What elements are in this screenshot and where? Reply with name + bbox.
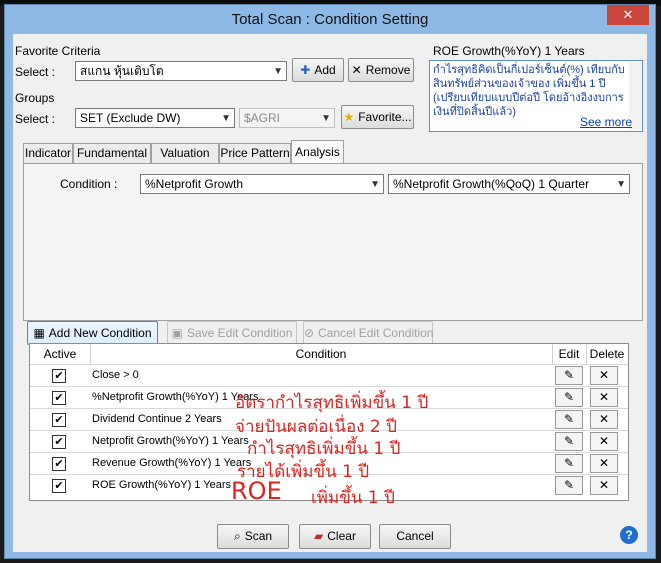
delete-icon[interactable]: ✕ (590, 388, 618, 407)
chevron-down-icon: ▼ (370, 179, 380, 190)
remove-favorite-button[interactable]: ✕ Remove (348, 58, 414, 82)
header-edit: Edit (552, 344, 587, 364)
favorite-button[interactable]: ★ Favorite... (341, 105, 414, 129)
condition-select-value: %Netprofit Growth (145, 177, 244, 191)
dialog-client: Favorite Criteria Select : สแกน หุ้นเติบ… (13, 34, 647, 552)
clear-button[interactable]: ▰ Clear (299, 524, 371, 549)
scan-button[interactable]: ⌕ Scan (217, 524, 289, 549)
favorite-select-value: สแกน หุ้นเติบโต (80, 64, 164, 78)
header-delete: Delete (589, 347, 625, 361)
condition-label: Condition : (60, 177, 118, 191)
condition-period-value: %Netprofit Growth(%QoQ) 1 Quarter (393, 177, 590, 191)
save-edit-label: Save Edit Condition (186, 326, 293, 340)
cancel-label: Cancel (396, 529, 434, 543)
cancel-button[interactable]: Cancel (379, 524, 451, 549)
tab-analysis[interactable]: Analysis (291, 140, 344, 164)
condition-setting-window: Total Scan : Condition Setting ✕ Favorit… (4, 4, 656, 559)
condition-cell: %Netprofit Growth(%YoY) 1 Years (92, 391, 259, 403)
annotation-roe-growth: เพิ่มขึ้น 1 ปี (311, 488, 395, 508)
magnifier-icon: ⌕ (233, 529, 241, 543)
header-active: Active (30, 344, 91, 364)
scan-label: Scan (244, 529, 273, 543)
active-checkbox[interactable]: ✔ (52, 457, 66, 471)
see-more-link[interactable]: See more (580, 115, 632, 129)
groups-select-label: Select : (15, 112, 56, 126)
condition-cell: Dividend Continue 2 Years (92, 413, 222, 425)
save-icon: ▣ (171, 326, 183, 340)
active-checkbox[interactable]: ✔ (52, 391, 66, 405)
annotation-netprofit-margin: อัตรากำไรสุทธิเพิ่มขึ้น 1 ปี (235, 393, 429, 413)
delete-icon[interactable]: ✕ (590, 432, 618, 451)
description-title: ROE Growth(%YoY) 1 Years (433, 44, 585, 58)
delete-icon[interactable]: ✕ (590, 366, 618, 385)
groups-select[interactable]: SET (Exclude DW) ▼ (75, 108, 235, 128)
add-favorite-button[interactable]: ✚ Add (292, 58, 344, 82)
sector-select-value: $AGRI (244, 111, 281, 125)
chevron-down-icon: ▼ (616, 179, 626, 190)
groups-select-value: SET (Exclude DW) (80, 111, 181, 125)
active-checkbox[interactable]: ✔ (52, 413, 66, 427)
star-icon: ★ (343, 110, 355, 124)
window-title: Total Scan : Condition Setting (231, 11, 429, 28)
table-row: ✔ Close > 0 ✎ ✕ (30, 364, 628, 387)
chevron-down-icon: ▼ (221, 113, 231, 124)
delete-icon[interactable]: ✕ (590, 454, 618, 473)
add-new-label: Add New Condition (48, 326, 152, 340)
annotation-roe: ROE (231, 477, 282, 505)
remove-label: Remove (365, 63, 411, 77)
active-checkbox[interactable]: ✔ (52, 369, 66, 383)
active-checkbox[interactable]: ✔ (52, 479, 66, 493)
tab-price-pattern[interactable]: Price Pattern (219, 143, 291, 163)
delete-icon[interactable]: ✕ (590, 410, 618, 429)
edit-icon[interactable]: ✎ (555, 476, 583, 495)
edit-icon[interactable]: ✎ (555, 388, 583, 407)
analysis-panel: Condition : %Netprofit Growth ▼ %Netprof… (23, 163, 643, 321)
add-icon: ✚ (300, 63, 311, 77)
edit-icon[interactable]: ✎ (555, 432, 583, 451)
favorite-select-label: Select : (15, 65, 56, 79)
groups-label: Groups (15, 91, 55, 105)
save-edit-condition-button[interactable]: ▣ Save Edit Condition (167, 321, 297, 345)
condition-period-select[interactable]: %Netprofit Growth(%QoQ) 1 Quarter ▼ (388, 174, 630, 194)
title-bar: Total Scan : Condition Setting ✕ (5, 5, 655, 34)
eraser-icon: ▰ (314, 529, 324, 543)
add-new-condition-button[interactable]: ▦ Add New Condition (27, 321, 158, 345)
condition-cell: Revenue Growth(%YoY) 1 Years (92, 457, 252, 469)
condition-cell: ROE Growth(%YoY) 1 Years (92, 479, 231, 491)
edit-icon[interactable]: ✎ (555, 454, 583, 473)
cancel-edit-label: Cancel Edit Condition (318, 326, 434, 340)
cancel-edit-condition-button[interactable]: ⊘ Cancel Edit Condition (303, 321, 433, 345)
description-box: กำไรสุทธิคิดเป็นกี่เปอร์เซ็นต์(%) เทียบก… (429, 60, 643, 132)
description-text: กำไรสุทธิคิดเป็นกี่เปอร์เซ็นต์(%) เทียบก… (433, 64, 625, 118)
close-button[interactable]: ✕ (607, 5, 649, 25)
condition-cell: Netprofit Growth(%YoY) 1 Years (92, 435, 249, 447)
favorite-criteria-label: Favorite Criteria (15, 44, 101, 58)
tab-fundamental[interactable]: Fundamental (73, 143, 151, 163)
help-icon[interactable]: ? (620, 526, 638, 544)
tab-indicator[interactable]: Indicator (23, 143, 73, 163)
sector-select[interactable]: $AGRI ▼ (239, 108, 335, 128)
active-checkbox[interactable]: ✔ (52, 435, 66, 449)
edit-icon[interactable]: ✎ (555, 366, 583, 385)
delete-icon[interactable]: ✕ (590, 476, 618, 495)
edit-icon[interactable]: ✎ (555, 410, 583, 429)
chevron-down-icon: ▼ (321, 113, 331, 124)
chevron-down-icon: ▼ (273, 66, 283, 77)
clear-label: Clear (327, 529, 356, 543)
tab-valuation[interactable]: Valuation (151, 143, 219, 163)
add-condition-icon: ▦ (33, 326, 45, 340)
condition-select[interactable]: %Netprofit Growth ▼ (140, 174, 384, 194)
favorite-select[interactable]: สแกน หุ้นเติบโต ▼ (75, 61, 287, 81)
favorite-button-label: Favorite... (358, 110, 412, 124)
add-label: Add (314, 63, 336, 77)
header-condition: Condition (90, 344, 553, 364)
remove-icon: ✕ (351, 63, 362, 77)
cancel-icon: ⊘ (304, 326, 315, 340)
condition-cell: Close > 0 (92, 369, 139, 381)
